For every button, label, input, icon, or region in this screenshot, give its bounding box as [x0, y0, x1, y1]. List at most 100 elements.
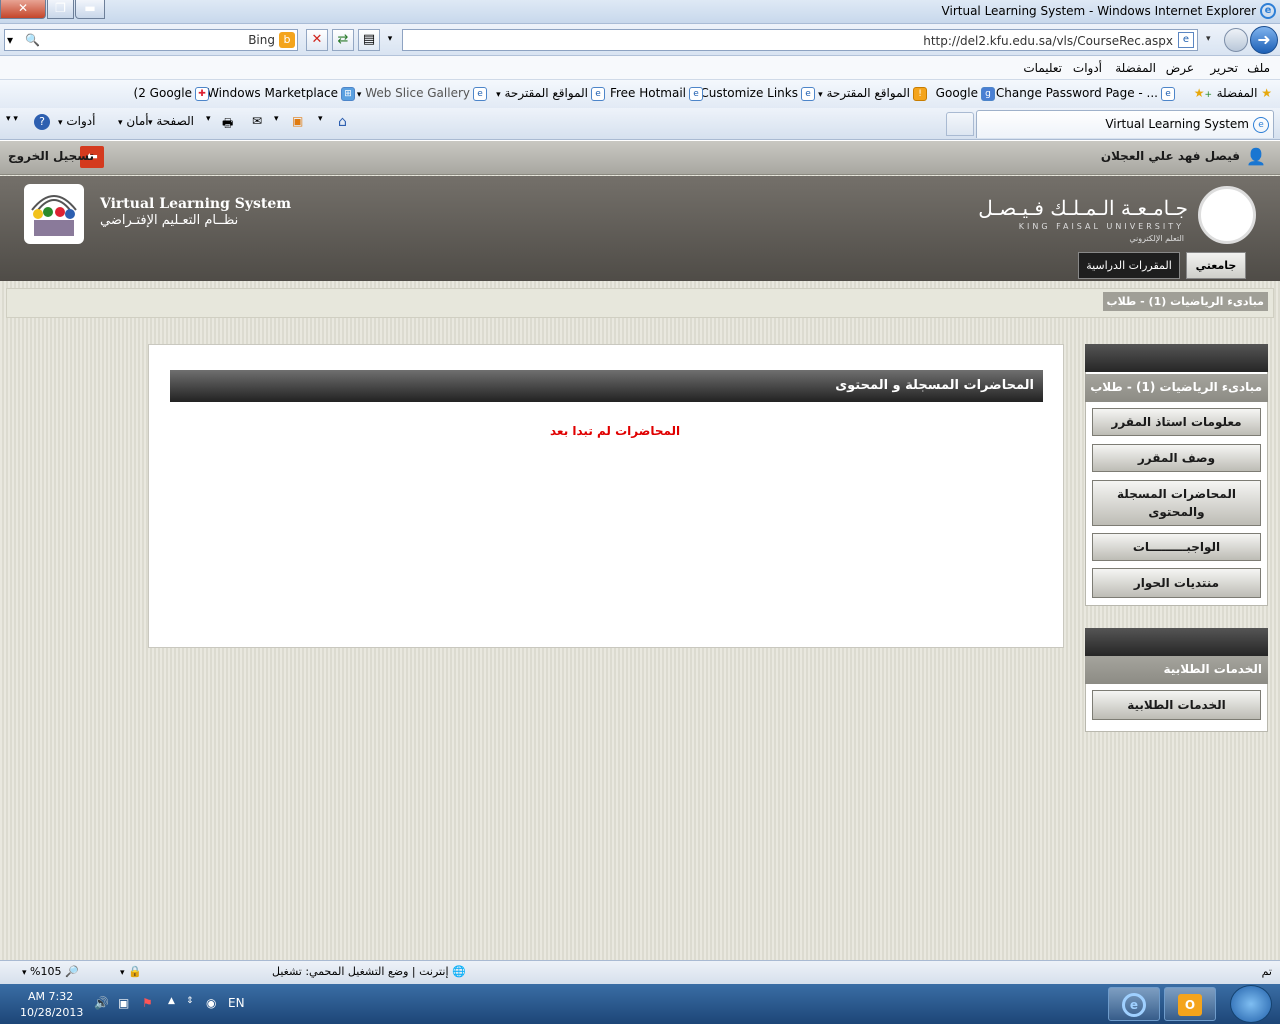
maximize-window-button[interactable]: ❐	[47, 0, 74, 19]
add-favorite-icon[interactable]: ★+	[1194, 86, 1212, 100]
language-indicator[interactable]: EN	[228, 996, 245, 1010]
language-arrows-icon[interactable]: ⇕	[186, 996, 194, 1006]
clock-date[interactable]: 10/28/2013	[20, 1006, 83, 1019]
empty-state-message: المحاضرات لم تبدا بعد	[550, 424, 681, 438]
dropdown-icon: ▾	[496, 90, 501, 100]
tab-my-university[interactable]: جامعتي	[1186, 252, 1246, 279]
windows-marketplace-icon: ⊞	[341, 86, 355, 101]
sidebar-item-course-description[interactable]: وصف المقرر	[1092, 444, 1261, 472]
new-tab-button[interactable]	[946, 112, 974, 136]
breadcrumb-bar	[6, 288, 1274, 318]
menu-help[interactable]: تعليمات	[1023, 61, 1062, 75]
page-command[interactable]: ▾ الصفحة	[148, 114, 194, 128]
print-dropdown-icon[interactable]: ▾	[206, 114, 211, 124]
vls-logo	[24, 184, 84, 244]
network-icon[interactable]: ▣	[118, 996, 129, 1010]
stop-button[interactable]: ✕	[306, 29, 328, 51]
dropdown-icon: ▾	[818, 90, 823, 100]
compatibility-view-button[interactable]: ▤	[358, 29, 380, 51]
clock-time[interactable]: AM 7:32	[28, 990, 73, 1003]
favorites-button[interactable]: المفضلة ★	[1217, 86, 1272, 100]
fav-link-label: Windows Marketplace	[207, 86, 338, 100]
menu-view[interactable]: عرض	[1166, 61, 1194, 75]
vls-title-en: Virtual Learning System	[100, 196, 292, 212]
protected-mode-icon[interactable]: ▾ 🔒	[120, 965, 142, 978]
ie-page-icon: e	[689, 86, 703, 101]
back-button[interactable]: ➜	[1250, 26, 1278, 54]
search-provider-label: Bing	[248, 33, 275, 47]
course-menu-top	[1085, 344, 1268, 372]
url-text[interactable]: http://del2.kfu.edu.sa/vls/CourseRec.asp…	[923, 34, 1173, 48]
fav-link-customize-links[interactable]: Customize Links e	[700, 86, 818, 101]
action-center-icon[interactable]: ⚑	[142, 996, 153, 1010]
search-icon[interactable]: 🔍	[25, 33, 40, 47]
print-icon[interactable]: 🖶	[222, 114, 233, 135]
breadcrumb[interactable]: مبادىء الرياضيات (1) - طلاب	[1102, 292, 1268, 311]
zoom-icon: 🔎	[64, 965, 79, 978]
tab-courses[interactable]: المقررات الدراسية	[1078, 252, 1180, 279]
help-tray-icon[interactable]: ◉	[206, 996, 216, 1010]
sidebar-item-recorded-lectures[interactable]: المحاضرات المسجلة والمحتوى	[1092, 480, 1261, 526]
fav-link-suggested-sites[interactable]: ▾ المواقع المقترحة!	[818, 86, 930, 101]
menu-tools[interactable]: أدوات	[1073, 61, 1102, 75]
dropdown-icon: ▾	[22, 968, 27, 978]
menu-edit[interactable]: تحرير	[1210, 61, 1238, 75]
fav-link-suggested-sites-2[interactable]: ▾ المواقع المقترحة e	[496, 86, 608, 101]
fav-link-label: Free Hotmail	[609, 86, 686, 100]
fav-link-web-slice-gallery[interactable]: ▾ Web Slice Gallery e	[357, 86, 490, 101]
services-menu-title: الخدمات الطلابية	[1085, 656, 1268, 684]
browser-tab-active[interactable]: Virtual Learning System e	[976, 110, 1274, 138]
sidebar-item-student-services[interactable]: الخدمات الطلابية	[1092, 690, 1261, 720]
sidebar-item-assignments[interactable]: الواجبـــــــــات	[1092, 533, 1261, 561]
address-dropdown-icon[interactable]: ▾	[382, 29, 398, 51]
sidebar-item-forums[interactable]: منتديات الحوار	[1092, 568, 1261, 598]
fav-link-label: (2 Google	[133, 86, 192, 100]
dropdown-icon: ▾	[118, 118, 123, 128]
page-title: المحاضرات المسجلة و المحتوى	[835, 378, 1034, 393]
volume-icon[interactable]: 🔊	[94, 996, 109, 1010]
refresh-button[interactable]: ⇄	[332, 29, 354, 51]
suggested-sites-icon: !	[913, 86, 927, 101]
star-icon: ★	[1261, 86, 1272, 100]
ie-page-icon: e	[591, 86, 605, 101]
menu-favorites[interactable]: المفضلة	[1115, 61, 1156, 75]
chevron-more-icon[interactable]: ▾ ▾	[6, 114, 18, 124]
status-bar	[0, 960, 1280, 984]
fav-link-free-hotmail[interactable]: Free Hotmail e	[610, 86, 706, 101]
search-box[interactable]: ▾ 🔍 Bing b	[4, 29, 298, 51]
forward-button[interactable]	[1224, 28, 1248, 52]
taskbar-ie-icon[interactable]: e	[1108, 987, 1160, 1021]
kfu-subtitle: التعلم الإلكتروني	[1129, 234, 1184, 243]
close-window-button[interactable]: ✕	[0, 0, 46, 19]
mail-dropdown-icon[interactable]: ▾	[274, 114, 279, 124]
mail-icon[interactable]: ✉	[252, 114, 262, 128]
sidebar-item-instructor-info[interactable]: معلومات استاذ المقرر	[1092, 408, 1261, 436]
taskbar-outlook-icon[interactable]: O	[1164, 987, 1216, 1021]
safety-command[interactable]: ▾ أمان	[118, 114, 149, 128]
fav-link-change-password[interactable]: Change Password Page - ... e	[996, 86, 1178, 101]
minimize-window-button[interactable]: ▬	[75, 0, 105, 19]
start-button[interactable]	[1230, 985, 1272, 1023]
fav-link-google-2[interactable]: (2 Google ✚	[134, 86, 212, 101]
fav-link-label: Web Slice Gallery	[365, 86, 470, 100]
feeds-icon[interactable]: ▣	[292, 114, 303, 128]
address-field[interactable]: http://del2.kfu.edu.sa/vls/CourseRec.asp…	[402, 29, 1198, 51]
fav-link-google[interactable]: Google g	[936, 86, 998, 101]
zoom-control[interactable]: ▾ %105 🔎	[22, 965, 79, 978]
show-hidden-icons[interactable]: ▲	[168, 996, 175, 1006]
recent-pages-dropdown-icon[interactable]: ▾	[1206, 34, 1211, 44]
window-titlebar: ✕ ❐ ▬ Virtual Learning System - Windows …	[0, 0, 1280, 24]
tools-command[interactable]: ▾ أدوات	[58, 114, 95, 128]
ie-logo-icon: e	[1260, 3, 1276, 19]
bing-icon: b	[279, 32, 295, 48]
dropdown-icon[interactable]: ▾	[7, 33, 13, 47]
window-title: Virtual Learning System - Windows Intern…	[941, 4, 1256, 18]
fav-link-label: المواقع المقترحة	[504, 86, 589, 100]
home-icon[interactable]: ⌂	[338, 114, 347, 130]
fav-link-windows-marketplace[interactable]: Windows Marketplace ⊞	[207, 86, 358, 101]
home-dropdown-icon[interactable]: ▾	[318, 114, 323, 124]
logout-link[interactable]: تسجيل الخروج	[8, 149, 94, 163]
security-zone[interactable]: إنترنت | وضع التشغيل المحمي: تشغيل 🌐	[272, 965, 466, 978]
help-icon[interactable]: ?	[34, 114, 50, 130]
menu-file[interactable]: ملف	[1247, 61, 1270, 75]
